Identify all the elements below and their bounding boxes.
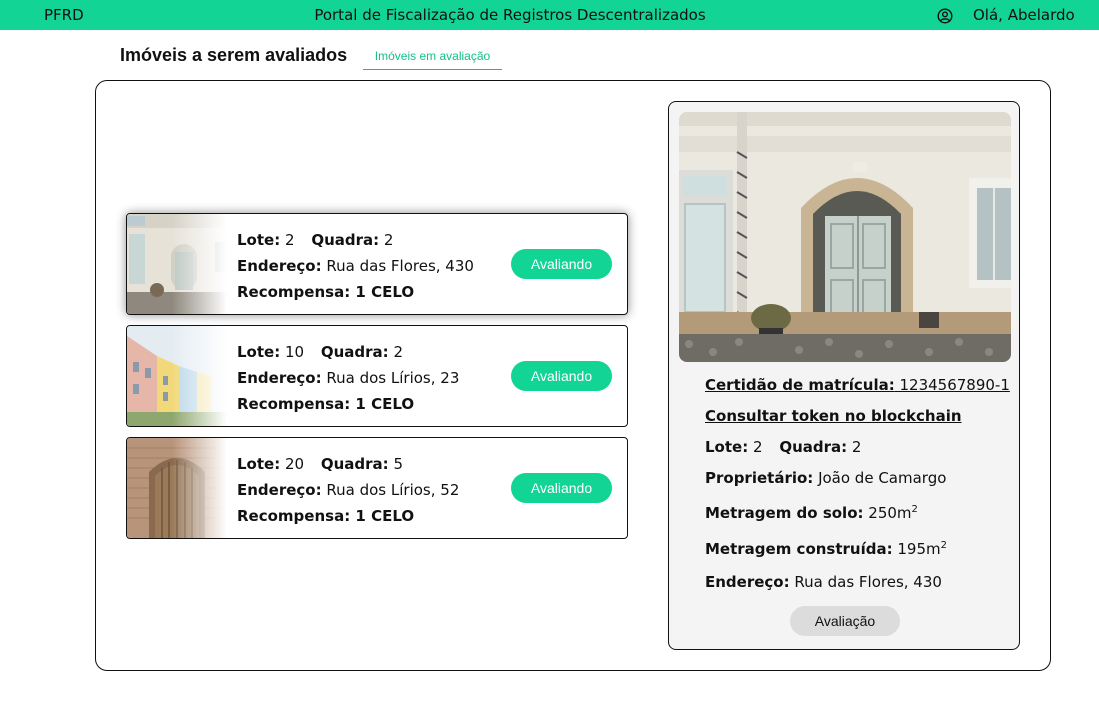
metragem-construida-exponent: 2	[940, 540, 948, 551]
quadra-label: Quadra:	[320, 455, 389, 473]
endereco-value: Rua dos Lírios, 52	[326, 481, 460, 499]
quadra-value: 2	[383, 231, 394, 249]
lote-value: 2	[285, 231, 295, 249]
property-card-1[interactable]: Lote: 2 Quadra: 2 Endereço: Rua das Flor…	[126, 213, 628, 315]
user-circle-icon[interactable]	[937, 8, 953, 24]
property-detail-panel: Certidão de matrícula: 1234567890-1 Cons…	[668, 101, 1020, 650]
lote-value: 10	[285, 343, 305, 361]
metragem-construida-label: Metragem construída:	[705, 540, 893, 558]
lote-value: 20	[285, 455, 305, 473]
detail-quadra-value: 2	[851, 438, 862, 456]
recompensa-text: Recompensa: 1 CELO	[237, 283, 415, 301]
property-thumbnail	[127, 326, 227, 426]
endereco-label: Endereço:	[237, 481, 322, 499]
certidao-value: 1234567890-1	[899, 376, 1010, 394]
quadra-value: 2	[393, 343, 404, 361]
detail-lote-value: 2	[753, 438, 763, 456]
quadra-value: 5	[393, 455, 404, 473]
property-card-2[interactable]: Lote: 10 Quadra: 2 Endereço: Rua dos Lír…	[126, 325, 628, 427]
property-thumbnail	[127, 438, 227, 538]
lote-label: Lote:	[237, 455, 281, 473]
top-bar: PFRD Portal de Fiscalização de Registros…	[0, 0, 1099, 30]
metragem-solo-label: Metragem do solo:	[705, 504, 864, 522]
property-card-3[interactable]: Lote: 20 Quadra: 5 Endereço: Rua dos Lír…	[126, 437, 628, 539]
avaliando-button[interactable]: Avaliando	[511, 361, 612, 391]
user-greeting[interactable]: Olá, Abelardo	[973, 6, 1075, 24]
property-photo	[679, 112, 1011, 362]
property-thumbnail	[127, 214, 227, 314]
avaliando-button[interactable]: Avaliando	[511, 473, 612, 503]
detail-endereco-value: Rua das Flores, 430	[794, 573, 942, 591]
tab-imoveis-em-avaliacao[interactable]: Imóveis em avaliação	[363, 49, 502, 70]
metragem-solo-value: 250m	[868, 504, 912, 522]
token-blockchain-link[interactable]: Consultar token no blockchain	[705, 407, 962, 425]
portal-title: Portal de Fiscalização de Registros Desc…	[314, 6, 706, 24]
detail-endereco-label: Endereço:	[705, 573, 790, 591]
endereco-value: Rua das Flores, 430	[326, 257, 474, 275]
detail-quadra-label: Quadra:	[779, 438, 848, 456]
avaliando-button[interactable]: Avaliando	[511, 249, 612, 279]
metragem-construida-value: 195m	[897, 540, 941, 558]
certidao-link[interactable]: Certidão de matrícula: 1234567890-1	[705, 376, 1010, 394]
detail-lote-label: Lote:	[705, 438, 749, 456]
lote-label: Lote:	[237, 343, 281, 361]
endereco-label: Endereço:	[237, 369, 322, 387]
lote-label: Lote:	[237, 231, 281, 249]
page-title: Imóveis a serem avaliados	[120, 45, 348, 65]
endereco-value: Rua dos Lírios, 23	[326, 369, 460, 387]
avaliacao-button[interactable]: Avaliação	[790, 606, 900, 636]
quadra-label: Quadra:	[320, 343, 389, 361]
token-link-text: Consultar token no blockchain	[705, 407, 962, 425]
recompensa-text: Recompensa: 1 CELO	[237, 395, 415, 413]
proprietario-value: João de Camargo	[818, 469, 947, 487]
recompensa-text: Recompensa: 1 CELO	[237, 507, 415, 525]
proprietario-label: Proprietário:	[705, 469, 814, 487]
endereco-label: Endereço:	[237, 257, 322, 275]
metragem-solo-exponent: 2	[911, 504, 918, 515]
quadra-label: Quadra:	[311, 231, 380, 249]
certidao-label: Certidão de matrícula:	[705, 376, 895, 394]
